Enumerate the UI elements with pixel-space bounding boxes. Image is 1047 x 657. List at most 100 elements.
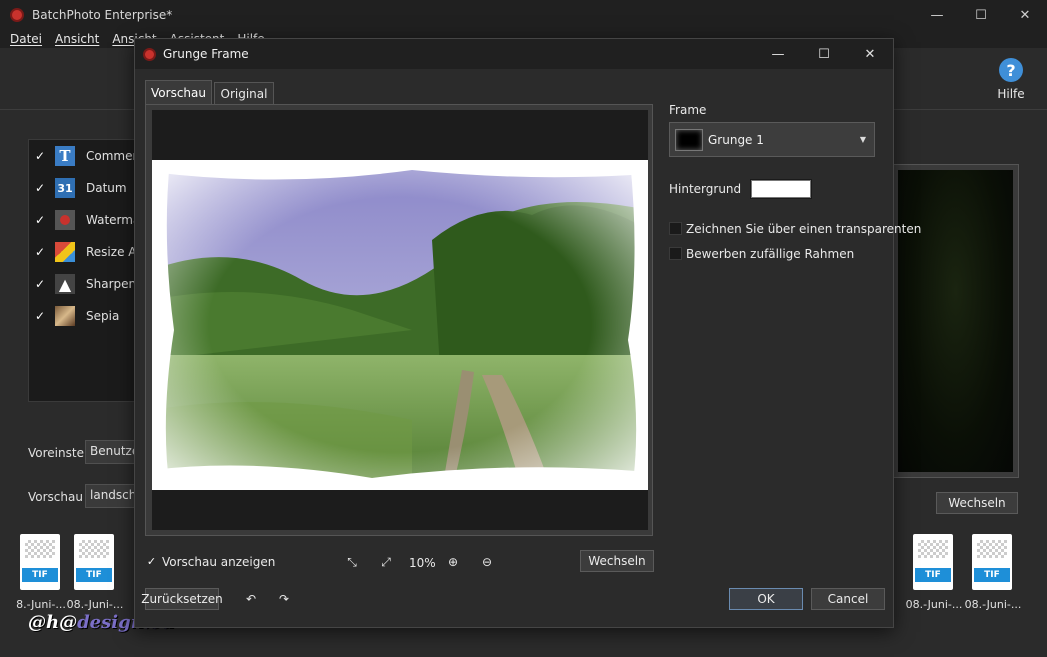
preview-canvas-frame [145, 104, 653, 536]
background-label: Hintergrund [669, 182, 742, 196]
zoom-out-icon[interactable]: ⊖ [478, 553, 496, 571]
actual-size-icon[interactable]: ⤢ [377, 553, 395, 571]
ok-button[interactable]: OK [729, 588, 803, 610]
preview-select[interactable]: landschaft [85, 484, 135, 508]
tif-file-icon: TIF [972, 534, 1012, 590]
dialog-maximize-button[interactable]: ☐ [801, 39, 847, 69]
dialog-logo-icon [143, 47, 156, 61]
preview-label: Vorschau [28, 490, 83, 504]
help-label: Hilfe [997, 87, 1025, 101]
filter-item-resize[interactable]: ✓ Resize Ad [29, 241, 137, 263]
check-icon[interactable]: ✓ [31, 309, 49, 323]
filter-item-sharpen[interactable]: ✓ ▲ Sharpen A [29, 273, 137, 295]
preview-photo [152, 160, 648, 490]
transparent-checkbox[interactable] [669, 222, 682, 235]
dialog-title-bar: Grunge Frame — ☐ ✕ [135, 39, 893, 69]
watermark-icon [55, 210, 75, 230]
main-preview-image [898, 170, 1013, 472]
app-title: BatchPhoto Enterprise* [32, 8, 173, 22]
preset-label: Voreinstell [28, 446, 91, 460]
thumb-label: 08.-Juni-... [905, 598, 963, 611]
help-icon: ? [999, 58, 1023, 82]
show-preview-label: Vorschau anzeigen [162, 555, 276, 569]
main-switch-button[interactable]: Wechseln [936, 492, 1018, 514]
file-type-tag: TIF [974, 568, 1010, 582]
filter-item-watermark[interactable]: ✓ Watermark [29, 209, 137, 231]
filmstrip-thumb[interactable]: TIF 08.-Juni-... [66, 530, 124, 616]
frame-value: Grunge 1 [708, 132, 764, 147]
dialog-minimize-button[interactable]: — [755, 39, 801, 69]
file-type-tag: TIF [915, 568, 951, 582]
app-logo-icon [10, 8, 24, 22]
check-icon[interactable]: ✓ [31, 213, 49, 227]
redo-icon[interactable]: ↷ [275, 590, 293, 608]
sharpen-icon: ▲ [55, 274, 75, 294]
filter-label: Comment [86, 149, 137, 163]
random-frame-label: Bewerben zufällige Rahmen [686, 247, 855, 261]
dialog-switch-button[interactable]: Wechseln [580, 550, 654, 572]
check-icon[interactable]: ✓ [31, 149, 49, 163]
menu-ansicht[interactable]: Ansicht [55, 32, 99, 46]
fit-window-icon[interactable]: ⤡ [343, 553, 361, 571]
close-button[interactable]: ✕ [1003, 0, 1047, 30]
chevron-down-icon: ▼ [859, 135, 866, 144]
grunge-frame-dialog: Grunge Frame — ☐ ✕ Vorschau Original Fra… [134, 38, 921, 628]
watermark-prefix: @h@ [28, 612, 78, 633]
menu-datei[interactable]: Datei [10, 32, 42, 46]
filmstrip-thumb[interactable]: TIF 08.-Juni-... [964, 530, 1022, 616]
dialog-window-controls: — ☐ ✕ [755, 39, 893, 69]
background-color-picker[interactable] [750, 179, 812, 199]
filter-label: Sharpen A [86, 277, 137, 291]
filter-label: Resize Ad [86, 245, 137, 259]
minimize-button[interactable]: — [915, 0, 959, 30]
zoom-in-icon[interactable]: ⊕ [444, 553, 462, 571]
filmstrip-thumb[interactable]: TIF 08.-Juni-... [905, 530, 963, 616]
preset-select[interactable]: Benutzer [85, 440, 135, 464]
filter-label: Watermark [86, 213, 137, 227]
calendar-31-icon: 31 [55, 178, 75, 198]
random-frame-checkbox[interactable] [669, 247, 682, 260]
window-controls: — ☐ ✕ [915, 0, 1047, 30]
zoom-level: 10% [409, 556, 436, 570]
filter-item-datum[interactable]: ✓ 31 Datum [29, 177, 127, 199]
grunge-frame-thumbnail [675, 128, 703, 151]
tab-vorschau[interactable]: Vorschau [145, 80, 212, 104]
thumb-label: 8.-Juni-... [16, 598, 66, 611]
transparent-option-label: Zeichnen Sie über einen transparenten [686, 222, 922, 236]
frame-select[interactable]: Grunge 1 ▼ [669, 122, 875, 157]
thumb-label: 08.-Juni-... [66, 598, 124, 611]
show-preview-checkbox[interactable]: ✓ [145, 556, 158, 569]
thumb-label: 08.-Juni-... [964, 598, 1022, 611]
frame-label: Frame [669, 103, 707, 117]
cancel-button[interactable]: Cancel [811, 588, 885, 610]
preview-canvas [152, 110, 648, 530]
file-type-tag: TIF [76, 568, 112, 582]
tab-original[interactable]: Original [214, 82, 274, 104]
resize-icon [55, 242, 75, 262]
dialog-close-button[interactable]: ✕ [847, 39, 893, 69]
tif-file-icon: TIF [913, 534, 953, 590]
maximize-button[interactable]: ☐ [959, 0, 1003, 30]
app-window: BatchPhoto Enterprise* — ☐ ✕ Datei Ansic… [0, 0, 1047, 657]
title-bar: BatchPhoto Enterprise* — ☐ ✕ [0, 0, 1047, 30]
file-type-tag: TIF [22, 568, 58, 582]
undo-icon[interactable]: ↶ [242, 590, 260, 608]
tif-file-icon: TIF [74, 534, 114, 590]
landscape-photo [152, 160, 648, 490]
check-icon[interactable]: ✓ [31, 277, 49, 291]
tif-file-icon: TIF [20, 534, 60, 590]
text-t-icon: T [55, 146, 75, 166]
sepia-icon [55, 306, 75, 326]
reset-button[interactable]: Zurücksetzen [141, 588, 223, 610]
main-preview [893, 164, 1019, 478]
filter-item-sepia[interactable]: ✓ Sepia [29, 305, 119, 327]
filter-label: Sepia [86, 309, 120, 323]
check-icon[interactable]: ✓ [31, 181, 49, 195]
filter-list: ✓ T Comment ✓ 31 Datum ✓ Watermark ✓ Res… [28, 139, 138, 402]
check-icon[interactable]: ✓ [31, 245, 49, 259]
help-button[interactable]: ? Hilfe [991, 58, 1031, 101]
dialog-title: Grunge Frame [163, 47, 249, 61]
filter-item-comment[interactable]: ✓ T Comment [29, 145, 137, 167]
filmstrip-thumb[interactable]: TIF 8.-Juni-... [12, 530, 70, 616]
filter-label: Datum [86, 181, 127, 195]
